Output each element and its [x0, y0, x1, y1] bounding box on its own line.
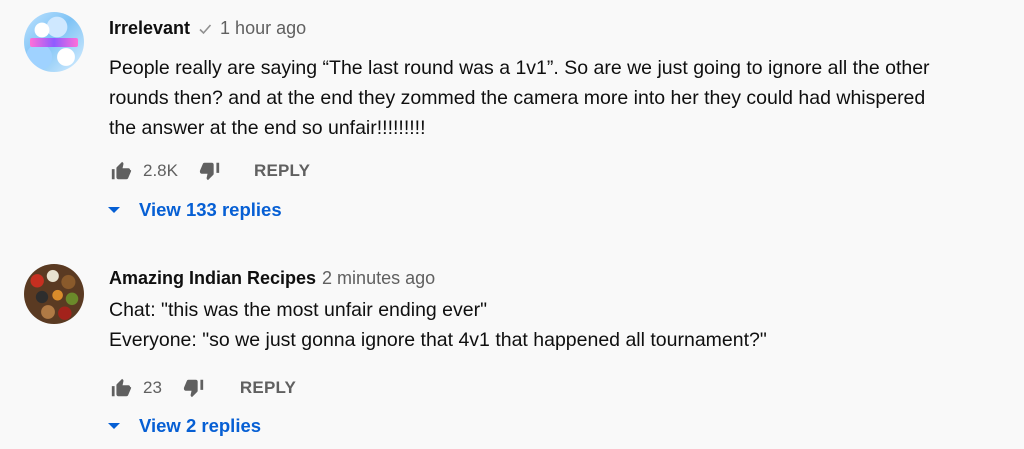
thumbs-up-icon[interactable] — [109, 159, 133, 183]
author-name[interactable]: Amazing Indian Recipes — [109, 268, 316, 289]
like-count: 23 — [143, 378, 162, 397]
view-replies-button[interactable]: View 133 replies — [104, 199, 282, 221]
check-icon — [198, 22, 212, 36]
comment-text: Chat: "this was the most unfair ending e… — [109, 295, 1009, 355]
comment-thread: Irrelevant 1 hour ago People really are … — [0, 0, 1024, 240]
author-avatar[interactable] — [24, 12, 84, 72]
comment-text-line: People really are saying “The last round… — [109, 57, 930, 79]
comment-text-line: Chat: "this was the most unfair ending e… — [109, 299, 488, 321]
thumbs-up-icon[interactable] — [109, 376, 133, 400]
caret-down-icon — [104, 200, 124, 220]
comment-text: People really are saying “The last round… — [109, 53, 1009, 143]
reply-button[interactable]: REPLY — [240, 378, 296, 398]
comment-thread: Amazing Indian Recipes 2 minutes ago Cha… — [0, 250, 1024, 449]
caret-down-icon — [104, 416, 124, 436]
reply-button[interactable]: REPLY — [254, 161, 310, 181]
comment-text-line: the answer at the end so unfair!!!!!!!!! — [109, 117, 426, 139]
comment-header: Irrelevant 1 hour ago — [109, 18, 306, 39]
like-count: 2.8K — [143, 161, 178, 180]
comment-text-line: rounds then? and at the end they zommed … — [109, 87, 926, 109]
comment-header: Amazing Indian Recipes 2 minutes ago — [109, 268, 435, 289]
avatar-banner-graphic — [30, 38, 78, 47]
comment-time[interactable]: 1 hour ago — [220, 18, 306, 39]
author-avatar[interactable] — [24, 264, 84, 324]
author-name[interactable]: Irrelevant — [109, 18, 190, 39]
view-replies-label: View 133 replies — [139, 199, 282, 220]
comment-time[interactable]: 2 minutes ago — [322, 268, 435, 289]
view-replies-label: View 2 replies — [139, 415, 262, 436]
thumbs-down-icon[interactable] — [182, 376, 206, 400]
view-replies-button[interactable]: View 2 replies — [104, 415, 261, 437]
comment-actions: 23 REPLY — [109, 373, 296, 403]
thumbs-down-icon[interactable] — [198, 159, 222, 183]
comment-text-line: Everyone: "so we just gonna ignore that … — [109, 329, 767, 351]
comment-actions: 2.8K REPLY — [109, 156, 310, 186]
